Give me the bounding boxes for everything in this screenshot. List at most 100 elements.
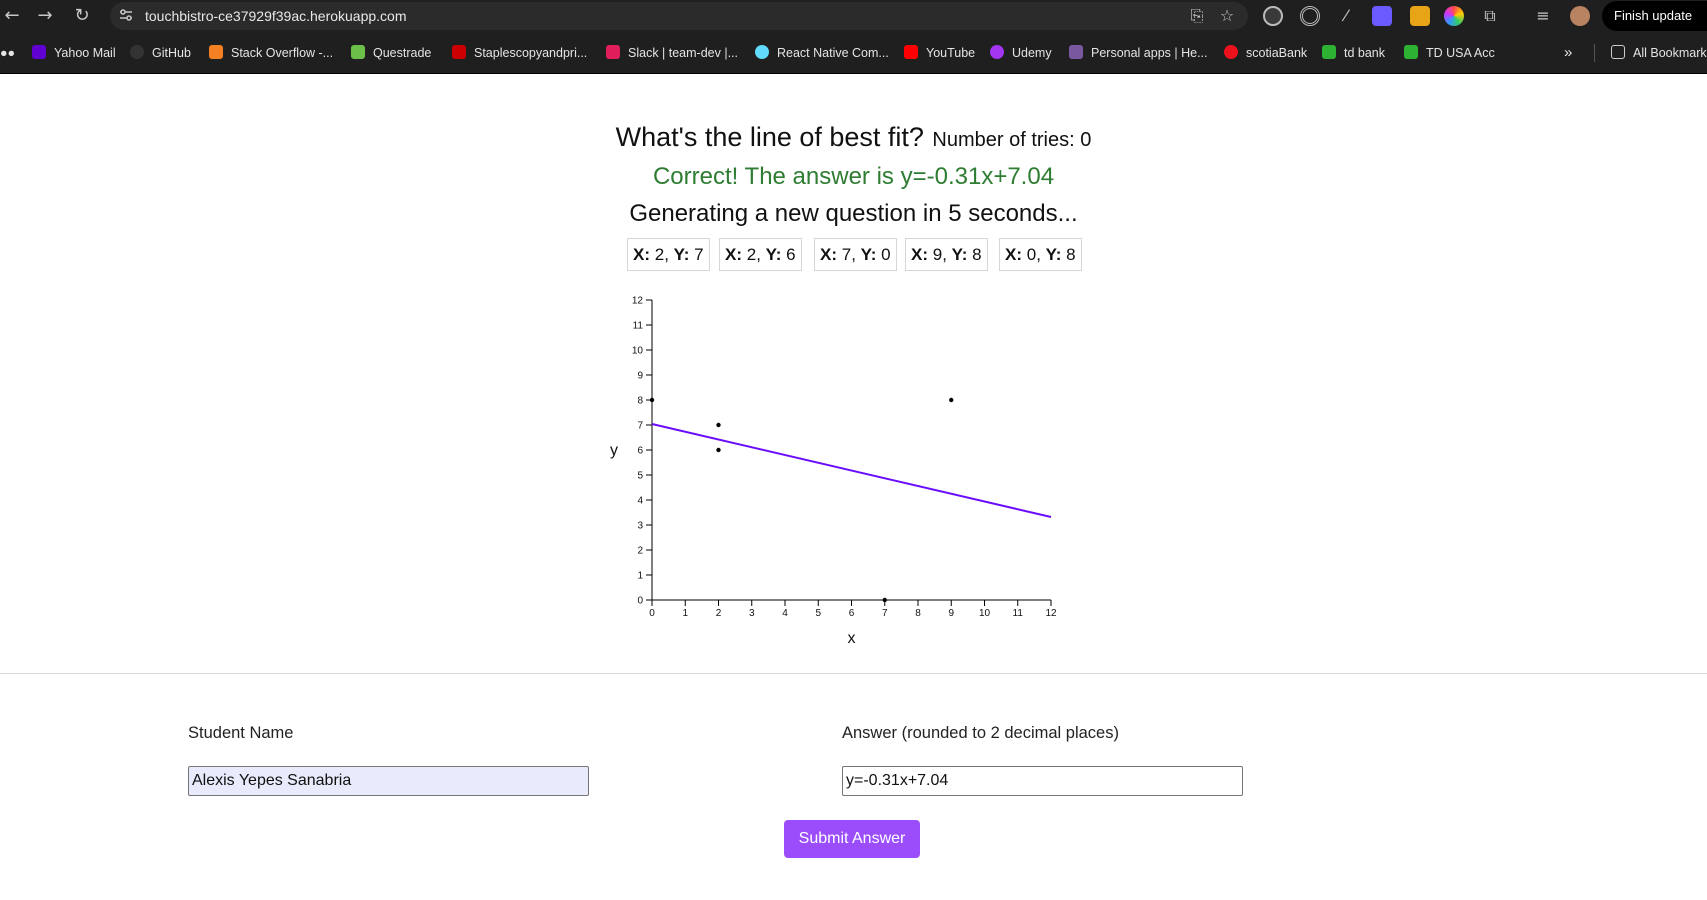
back-arrow-icon[interactable]: ←	[0, 4, 24, 28]
browser-toolbar: ← → ↻ touchbistro-ce37929f39ac.herokuapp…	[0, 0, 1707, 32]
reload-icon[interactable]: ↻	[70, 4, 94, 28]
point-chip: X: 0, Y: 8	[999, 238, 1082, 271]
url-text[interactable]: touchbistro-ce37929f39ac.herokuapp.com	[145, 2, 407, 30]
x-axis: 0 1 2 3 4 5 6 7 8 9 10 11 12	[649, 599, 1057, 619]
y-axis-label: y	[610, 442, 618, 459]
bookmarks-bar: ●● Yahoo Mail GitHub Stack Overflow -...…	[0, 32, 1707, 74]
answer-label: Answer (rounded to 2 decimal places)	[842, 724, 1119, 742]
y-tick-label: 0	[637, 596, 643, 607]
bookmark-udemy[interactable]: Udemy	[990, 42, 1052, 64]
folder-icon	[1611, 45, 1625, 59]
y-tick-label: 7	[637, 421, 643, 432]
scatter-chart: 0 1 2 3 4 5 6 7 8 9 10 11 12 0 1 2 3 4 5 6 7 8 9 10 11 12 y x	[600, 290, 1070, 650]
scotiabank-icon	[1224, 45, 1238, 59]
bookmark-td-bank[interactable]: td bank	[1322, 42, 1385, 64]
tries-counter: Number of tries: 0	[932, 129, 1092, 151]
y-tick-label: 1	[637, 571, 643, 582]
x-axis-label: x	[848, 630, 856, 647]
student-name-input[interactable]	[188, 766, 589, 796]
bookmark-slack[interactable]: Slack | team-dev |...	[606, 42, 738, 64]
x-tick-label: 12	[1045, 608, 1057, 619]
points-list: X: 2, Y: 7 X: 2, Y: 6 X: 7, Y: 0 X: 9, Y…	[627, 238, 1082, 271]
eyedropper-extension-icon[interactable]: ⁄	[1336, 6, 1356, 26]
x-tick-label: 10	[979, 608, 991, 619]
bookmark-github[interactable]: GitHub	[130, 42, 191, 64]
x-tick-label: 4	[782, 608, 788, 619]
extensions-puzzle-icon[interactable]: ⧉	[1480, 6, 1500, 26]
yahoo-icon	[32, 45, 46, 59]
forward-arrow-icon[interactable]: →	[33, 4, 57, 28]
bookmark-heroku[interactable]: Personal apps | He...	[1069, 42, 1208, 64]
bookmark-staples[interactable]: Staplescopyandpri...	[452, 42, 587, 64]
staples-icon	[452, 45, 466, 59]
data-point	[716, 447, 721, 453]
address-bar[interactable]: touchbistro-ce37929f39ac.herokuapp.com ⎘…	[110, 2, 1248, 30]
bookmark-stack-overflow[interactable]: Stack Overflow -...	[209, 42, 333, 64]
bookmark-questrade[interactable]: Questrade	[351, 42, 431, 64]
github-extension-icon[interactable]	[1263, 6, 1283, 26]
point-chip: X: 9, Y: 8	[905, 238, 988, 271]
x-tick-label: 9	[948, 608, 954, 619]
y-tick-label: 6	[637, 446, 643, 457]
bookmark-scotiabank[interactable]: scotiaBank	[1224, 42, 1307, 64]
y-tick-label: 8	[637, 396, 643, 407]
bookmark-react-native[interactable]: React Native Com...	[755, 42, 889, 64]
udemy-icon	[990, 45, 1004, 59]
student-name-label: Student Name	[188, 724, 294, 742]
x-tick-label: 3	[749, 608, 755, 619]
x-tick-label: 6	[849, 608, 855, 619]
react-icon	[755, 45, 769, 59]
point-chip: X: 7, Y: 0	[814, 238, 897, 271]
heroku-icon	[1069, 45, 1083, 59]
finish-update-button[interactable]: Finish update	[1602, 1, 1707, 31]
stackoverflow-icon	[209, 45, 223, 59]
x-tick-label: 2	[716, 608, 722, 619]
x-tick-label: 11	[1013, 608, 1024, 619]
bookmarks-overflow-icon[interactable]: »	[1564, 42, 1572, 64]
media-control-icon[interactable]: ≡	[1533, 6, 1553, 26]
data-point	[882, 597, 887, 603]
point-chip: X: 2, Y: 7	[627, 238, 710, 271]
td-icon	[1404, 45, 1418, 59]
color-extension-icon[interactable]	[1444, 6, 1464, 26]
bookmark-yahoo-mail[interactable]: Yahoo Mail	[32, 42, 116, 64]
site-settings-icon[interactable]	[118, 7, 134, 23]
x-tick-label: 0	[649, 608, 655, 619]
best-fit-layer	[651, 423, 1052, 518]
bookmark-youtube[interactable]: YouTube	[904, 42, 975, 64]
x-tick-label: 8	[915, 608, 921, 619]
data-point	[649, 397, 655, 403]
answer-input[interactable]	[842, 766, 1243, 796]
profile-avatar[interactable]	[1570, 6, 1590, 26]
slack-icon	[606, 45, 620, 59]
y-tick-label: 2	[637, 546, 643, 557]
bookmark-td-usa[interactable]: TD USA Acc	[1404, 42, 1495, 64]
y-tick-label: 3	[637, 521, 643, 532]
submit-answer-button[interactable]: Submit Answer	[784, 820, 920, 858]
bookmarks-divider	[1594, 44, 1595, 62]
data-point	[949, 397, 954, 403]
y-axis: 0123456789101112	[632, 296, 653, 607]
result-message: Correct! The answer is y=-0.31x+7.04	[652, 163, 1055, 190]
section-divider	[0, 673, 1707, 674]
y-tick-label: 11	[633, 321, 644, 332]
bookmark-overflow-left-icon[interactable]: ●●	[0, 42, 15, 64]
install-app-icon[interactable]: ⎘	[1187, 6, 1207, 26]
page-title: What's the line of best fit?	[615, 122, 924, 152]
questrade-icon	[351, 45, 365, 59]
bookmark-star-icon[interactable]: ☆	[1217, 6, 1237, 26]
x-tick-label: 7	[882, 608, 888, 619]
github-icon	[130, 45, 144, 59]
all-bookmarks-button[interactable]: All Bookmarks	[1611, 42, 1707, 64]
y-tick-label: 12	[632, 296, 644, 307]
purple-extension-icon[interactable]	[1372, 6, 1392, 26]
y-tick-label: 9	[637, 371, 643, 382]
points-layer	[649, 397, 954, 603]
y-tick-label: 10	[632, 346, 644, 357]
chart-svg: 0123456789101112 0 1 2 3 4 5 6 7 8 9 10 11 12 y x	[610, 296, 1057, 648]
youtube-icon	[904, 45, 918, 59]
off-extension-icon[interactable]	[1410, 6, 1430, 26]
td-icon	[1322, 45, 1336, 59]
target-extension-icon[interactable]	[1300, 6, 1320, 26]
x-tick-label: 5	[815, 608, 821, 619]
